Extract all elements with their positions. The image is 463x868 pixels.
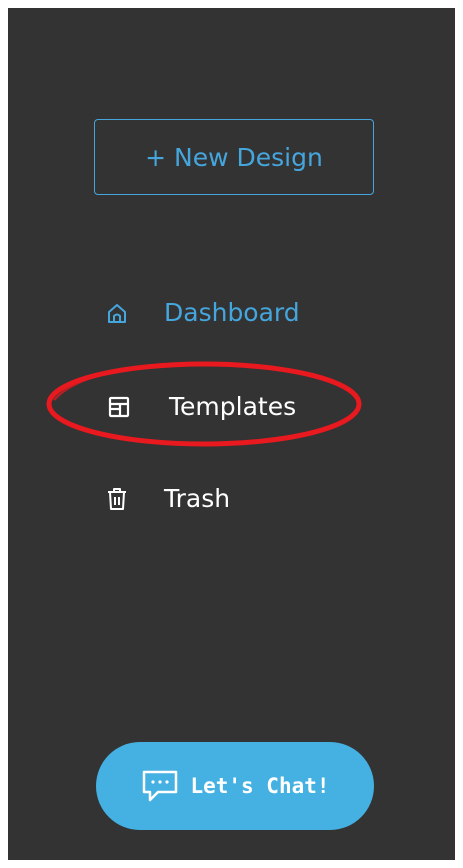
new-design-button[interactable]: + New Design <box>94 119 374 195</box>
trash-icon <box>105 487 129 511</box>
nav-label-trash: Trash <box>164 484 231 513</box>
nav-item-templates[interactable]: Templates <box>107 392 296 421</box>
new-design-label: + New Design <box>145 142 323 172</box>
templates-icon <box>107 395 131 419</box>
sidebar: + New Design Dashboard Templates Trash L… <box>8 8 455 860</box>
nav-label-templates: Templates <box>169 392 297 421</box>
lets-chat-button[interactable]: Let's Chat! <box>96 742 374 830</box>
nav-label-dashboard: Dashboard <box>164 298 300 327</box>
lets-chat-label: Let's Chat! <box>190 774 330 798</box>
nav-item-dashboard[interactable]: Dashboard <box>105 298 300 327</box>
nav-item-trash[interactable]: Trash <box>105 484 230 513</box>
home-icon <box>105 301 129 325</box>
chat-bubble-icon <box>140 768 180 804</box>
